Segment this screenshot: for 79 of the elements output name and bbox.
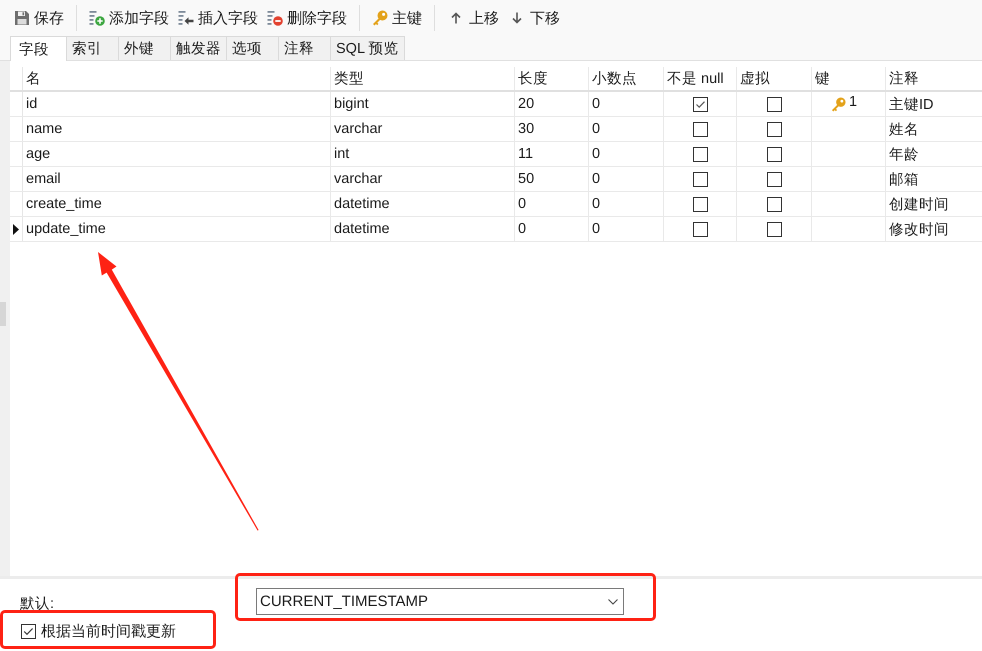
column-header: 小数点 (589, 67, 664, 90)
decimals-cell: 0 (589, 142, 664, 166)
insert-field-icon (178, 10, 194, 26)
add-field-button[interactable]: 添加字段 (85, 6, 173, 30)
comment-cell-text: 姓名 (888, 120, 920, 140)
virtual-checkbox[interactable] (766, 146, 782, 162)
key-icon (831, 96, 846, 112)
move-up-button[interactable]: 上移 (443, 6, 503, 30)
column-header: 键 (812, 67, 886, 90)
type-cell: bigint (331, 92, 515, 116)
field-name-cell: name (23, 117, 331, 141)
save-button[interactable]: 保存 (10, 6, 68, 30)
type-cell: varchar (331, 167, 515, 191)
comment-cell-text: 创建时间 (888, 196, 950, 214)
type-cell: datetime (331, 217, 515, 241)
length-cell: 20 (515, 92, 589, 116)
not-null-checkbox[interactable] (692, 222, 708, 236)
tab[interactable]: 选项 (226, 36, 279, 60)
move-down-button[interactable]: 下移 (504, 6, 564, 30)
column-header: 虚拟 (737, 67, 812, 90)
decimals-cell: 0 (589, 167, 664, 191)
length-cell: 11 (515, 142, 589, 166)
length-cell: 0 (515, 192, 589, 216)
add-field-icon (89, 10, 105, 26)
tab[interactable]: 触发器 (170, 36, 227, 60)
virtual-checkbox[interactable] (766, 222, 782, 236)
virtual-checkbox[interactable] (766, 196, 782, 212)
decimals-cell: 0 (589, 217, 664, 241)
not-null-checkbox[interactable] (692, 146, 708, 162)
tab[interactable]: 外键 (118, 36, 171, 60)
comment-cell-text: 邮箱 (888, 170, 920, 190)
field-name-cell: id (23, 92, 331, 116)
tab[interactable]: 索引 (66, 36, 119, 60)
decimals-cell: 0 (589, 92, 664, 116)
not-null-checkbox[interactable] (692, 96, 708, 112)
primary-key-button[interactable]: 主键 (368, 6, 426, 30)
column-header: 不是 null (664, 67, 737, 90)
type-cell: int (331, 142, 515, 166)
chevron-down-icon (608, 598, 618, 604)
type-cell: varchar (331, 117, 515, 141)
delete-field-icon (267, 10, 283, 26)
delete-field-button[interactable]: 删除字段 (263, 6, 351, 30)
column-header: 注释 (888, 70, 920, 89)
column-header: 长度 (515, 67, 589, 90)
field-name-cell: email (23, 167, 331, 191)
not-null-checkbox[interactable] (692, 196, 708, 212)
virtual-checkbox[interactable] (766, 172, 782, 186)
arrow-up-icon (451, 12, 461, 24)
length-cell: 30 (515, 117, 589, 141)
virtual-checkbox[interactable] (766, 122, 782, 136)
not-null-checkbox[interactable] (692, 122, 708, 136)
save-icon (14, 10, 30, 26)
column-header: 名 (23, 67, 331, 90)
tab[interactable]: 字段 (10, 36, 67, 61)
column-header: 类型 (331, 67, 515, 90)
field-name-cell: update_time (23, 217, 331, 241)
tab[interactable]: 注释 (278, 36, 331, 60)
arrow-down-icon (512, 12, 522, 24)
comment-cell-text: 主键ID (888, 96, 934, 114)
key-icon (372, 10, 388, 26)
tab[interactable]: SQL 预览 (330, 36, 405, 60)
decimals-cell: 0 (589, 192, 664, 216)
default-label: 默认: (20, 595, 54, 613)
field-name-cell: create_time (23, 192, 331, 216)
field-name-cell: age (23, 142, 331, 166)
checkbox-label: 根据当前时间戳更新 (41, 622, 176, 640)
checkbox[interactable] (21, 624, 36, 638)
length-cell: 0 (515, 217, 589, 241)
decimals-cell: 0 (589, 117, 664, 141)
splitter-handle[interactable] (0, 302, 6, 326)
default-dropdown[interactable]: CURRENT_TIMESTAMP (256, 588, 624, 615)
not-null-checkbox[interactable] (692, 172, 708, 186)
key-position: 1 (849, 94, 858, 110)
insert-field-button[interactable]: 插入字段 (174, 6, 262, 30)
length-cell: 50 (515, 167, 589, 191)
comment-cell-text: 年龄 (888, 146, 920, 164)
type-cell: datetime (331, 192, 515, 216)
comment-cell-text: 修改时间 (888, 220, 950, 240)
virtual-checkbox[interactable] (766, 96, 782, 112)
